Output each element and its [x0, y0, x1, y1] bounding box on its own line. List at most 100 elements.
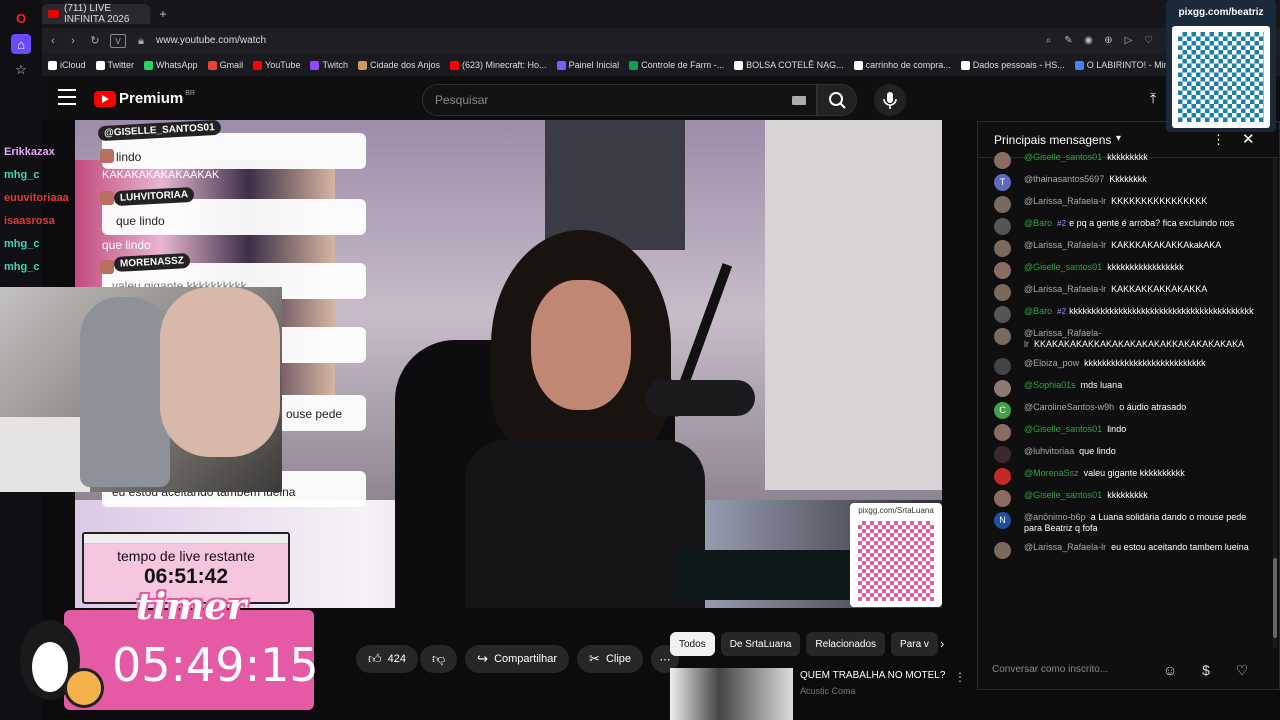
- filter-chip[interactable]: De SrtaLuana: [720, 632, 801, 656]
- avatar[interactable]: [994, 424, 1011, 441]
- bookmark-item[interactable]: YouTube: [253, 60, 300, 70]
- recommended-channel[interactable]: Acustic Coma: [800, 686, 856, 696]
- chat-message[interactable]: @Giselle_santos01 kkkkkkkkkkkkkkkkk: [978, 258, 1274, 280]
- new-tab-icon[interactable]: +: [156, 7, 170, 21]
- chat-author[interactable]: @Eloiza_pow: [1024, 358, 1079, 368]
- upload-icon[interactable]: ⤒: [1150, 90, 1166, 106]
- like-button[interactable]: 👍︎ 424: [356, 645, 418, 673]
- dislike-button[interactable]: 👎︎: [419, 645, 458, 673]
- chat-message[interactable]: @MorenaSsz valeu gigante kkkkkkkkkk: [978, 464, 1274, 486]
- keyboard-icon[interactable]: [792, 96, 806, 105]
- chat-message[interactable]: @Larissa_Rafaela-lr eu estou aceitando ta…: [978, 538, 1274, 560]
- bookmark-item[interactable]: O LABIRINTO! - Mini...: [1074, 60, 1178, 70]
- chat-more-icon[interactable]: ⋮: [1212, 132, 1225, 148]
- search-button[interactable]: [817, 84, 857, 116]
- zoom-icon[interactable]: ⌕: [1042, 34, 1055, 47]
- bookmark-item[interactable]: (623) Minecraft: Ho...: [450, 60, 547, 70]
- tab-youtube[interactable]: (711) LIVE INFINITA 2026: [42, 3, 150, 25]
- chat-message[interactable]: @Larissa_Rafaela-lr KAKKKAKAKAKKAkakAKA: [978, 236, 1274, 258]
- back-icon[interactable]: ‹: [46, 34, 60, 48]
- chevron-right-icon[interactable]: ›: [940, 636, 944, 651]
- chat-author[interactable]: @Giselle_santos01: [1024, 490, 1102, 500]
- filter-chip[interactable]: Para v: [891, 632, 938, 656]
- chat-message[interactable]: @Larissa_Rafaela-lr KKKKKKKKKKKKKKKK: [978, 192, 1274, 214]
- youtube-premium-logo[interactable]: Premium BR: [94, 90, 195, 107]
- chat-author[interactable]: @Sophia01s: [1024, 380, 1076, 390]
- chat-message[interactable]: C @CarolineSantos-w9h o áudio atrasado: [978, 398, 1274, 420]
- vpn-icon[interactable]: V: [110, 34, 126, 48]
- chat-author[interactable]: @MorenaSsz: [1024, 468, 1079, 478]
- url-field[interactable]: www.youtube.com/watch: [156, 35, 266, 46]
- recommended-thumbnail[interactable]: [670, 668, 793, 720]
- avatar[interactable]: [994, 446, 1011, 463]
- chat-message[interactable]: @Larissa_Rafaela-lr KKAKAKAKAKKAKAKAKAKAK…: [978, 324, 1274, 354]
- filter-chip[interactable]: Relacionados: [806, 632, 886, 656]
- bookmark-item[interactable]: Dados pessoais - HS...: [960, 60, 1065, 70]
- avatar[interactable]: [994, 152, 1011, 169]
- chat-author[interactable]: @Baro: [1024, 306, 1052, 316]
- edit-icon[interactable]: ✎: [1062, 34, 1075, 47]
- avatar[interactable]: [994, 306, 1011, 323]
- mic-button[interactable]: [874, 84, 906, 116]
- bookmark-item[interactable]: Twitter: [95, 60, 134, 70]
- bookmark-item[interactable]: Gmail: [207, 60, 243, 70]
- recommended-title[interactable]: QUEM TRABALHA NO MOTEL?: [800, 670, 945, 681]
- bookmark-item[interactable]: iCloud: [48, 60, 86, 70]
- avatar[interactable]: [994, 240, 1011, 257]
- chat-author[interactable]: @thainasantos5697: [1024, 174, 1104, 184]
- chat-message[interactable]: @Giselle_santos01 lindo: [978, 420, 1274, 442]
- play-icon[interactable]: ▷: [1122, 34, 1135, 47]
- avatar[interactable]: [994, 490, 1011, 507]
- bookmark-item[interactable]: Cidade dos Anjos: [357, 60, 440, 70]
- share-button[interactable]: ↪ Compartilhar: [465, 645, 570, 673]
- reload-icon[interactable]: ↻: [88, 34, 102, 48]
- avatar[interactable]: [994, 218, 1011, 235]
- filter-chip[interactable]: Todos: [670, 632, 715, 656]
- clip-button[interactable]: ✂ Clipe: [577, 645, 644, 673]
- bookmark-item[interactable]: Painel Inicial: [556, 60, 619, 70]
- close-icon[interactable]: ✕: [1242, 130, 1255, 148]
- chat-author[interactable]: @CarolineSantos-w9h: [1024, 402, 1114, 412]
- avatar[interactable]: [994, 284, 1011, 301]
- home-icon[interactable]: ⌂: [11, 34, 31, 54]
- chat-message[interactable]: @luhvitoriaa que lindo: [978, 442, 1274, 464]
- chat-author[interactable]: @Larissa_Rafaela-lr: [1024, 542, 1106, 552]
- chat-input[interactable]: Conversar como inscrito...: [992, 658, 1162, 682]
- forward-icon[interactable]: ›: [66, 34, 80, 48]
- chat-message[interactable]: @Baro #2 kkkkkkkkkkkkkkkkkkkkkkkkkkkkkkkkk…: [978, 302, 1274, 324]
- chat-author[interactable]: @anônimo-b6p: [1024, 512, 1086, 522]
- chat-author[interactable]: @Giselle_santos01: [1024, 424, 1102, 434]
- camera-icon[interactable]: ◉: [1082, 34, 1095, 47]
- chat-message[interactable]: N @anônimo-b6p a Luana solidária dando o m…: [978, 508, 1274, 538]
- chat-mode-label[interactable]: Principais mensagens: [994, 133, 1111, 147]
- avatar[interactable]: [994, 358, 1011, 375]
- avatar[interactable]: [994, 196, 1011, 213]
- bookmark-item[interactable]: carrinho de compra...: [853, 60, 951, 70]
- avatar[interactable]: T: [994, 174, 1011, 191]
- recommended-video[interactable]: QUEM TRABALHA NO MOTEL? Acustic Coma ⋮: [670, 668, 970, 720]
- chat-message[interactable]: @Larissa_Rafaela-lr KAKKAKKAKKAKAKKA: [978, 280, 1274, 302]
- avatar[interactable]: [994, 542, 1011, 559]
- emoji-icon[interactable]: ☺: [1160, 660, 1180, 680]
- bookmark-item[interactable]: Twitch: [310, 60, 348, 70]
- chat-message[interactable]: @Baro #2 e pq a gente é arroba? fica exclu…: [978, 214, 1274, 236]
- chat-message[interactable]: @Giselle_santos01 kkkkkkkkk: [978, 148, 1274, 170]
- chat-scrollbar[interactable]: [1273, 158, 1277, 648]
- chat-author[interactable]: @Baro: [1024, 218, 1052, 228]
- menu-icon[interactable]: [58, 89, 76, 105]
- chat-message[interactable]: T @thainasantos5697 Kkkkkkkk: [978, 170, 1274, 192]
- opera-logo-icon[interactable]: O: [11, 8, 31, 28]
- avatar[interactable]: [994, 328, 1011, 345]
- star-icon[interactable]: ☆: [11, 60, 31, 80]
- chat-author[interactable]: @Giselle_santos01: [1024, 262, 1102, 272]
- bookmark-item[interactable]: WhatsApp: [144, 60, 198, 70]
- heart-icon[interactable]: ♡: [1232, 660, 1252, 680]
- bookmark-item[interactable]: BOLSA COTELÊ NAG...: [734, 60, 844, 70]
- avatar[interactable]: [994, 468, 1011, 485]
- super-chat-icon[interactable]: $: [1196, 660, 1216, 680]
- chevron-down-icon[interactable]: ▾: [1116, 133, 1121, 144]
- search-input[interactable]: Pesquisar: [422, 84, 817, 116]
- chat-message[interactable]: @Giselle_santos01 kkkkkkkkk: [978, 486, 1274, 508]
- extension-icon[interactable]: ⊕: [1102, 34, 1115, 47]
- chat-message[interactable]: @Eloiza_pow kkkkkkkkkkkkkkkkkkkkkkkkkkk: [978, 354, 1274, 376]
